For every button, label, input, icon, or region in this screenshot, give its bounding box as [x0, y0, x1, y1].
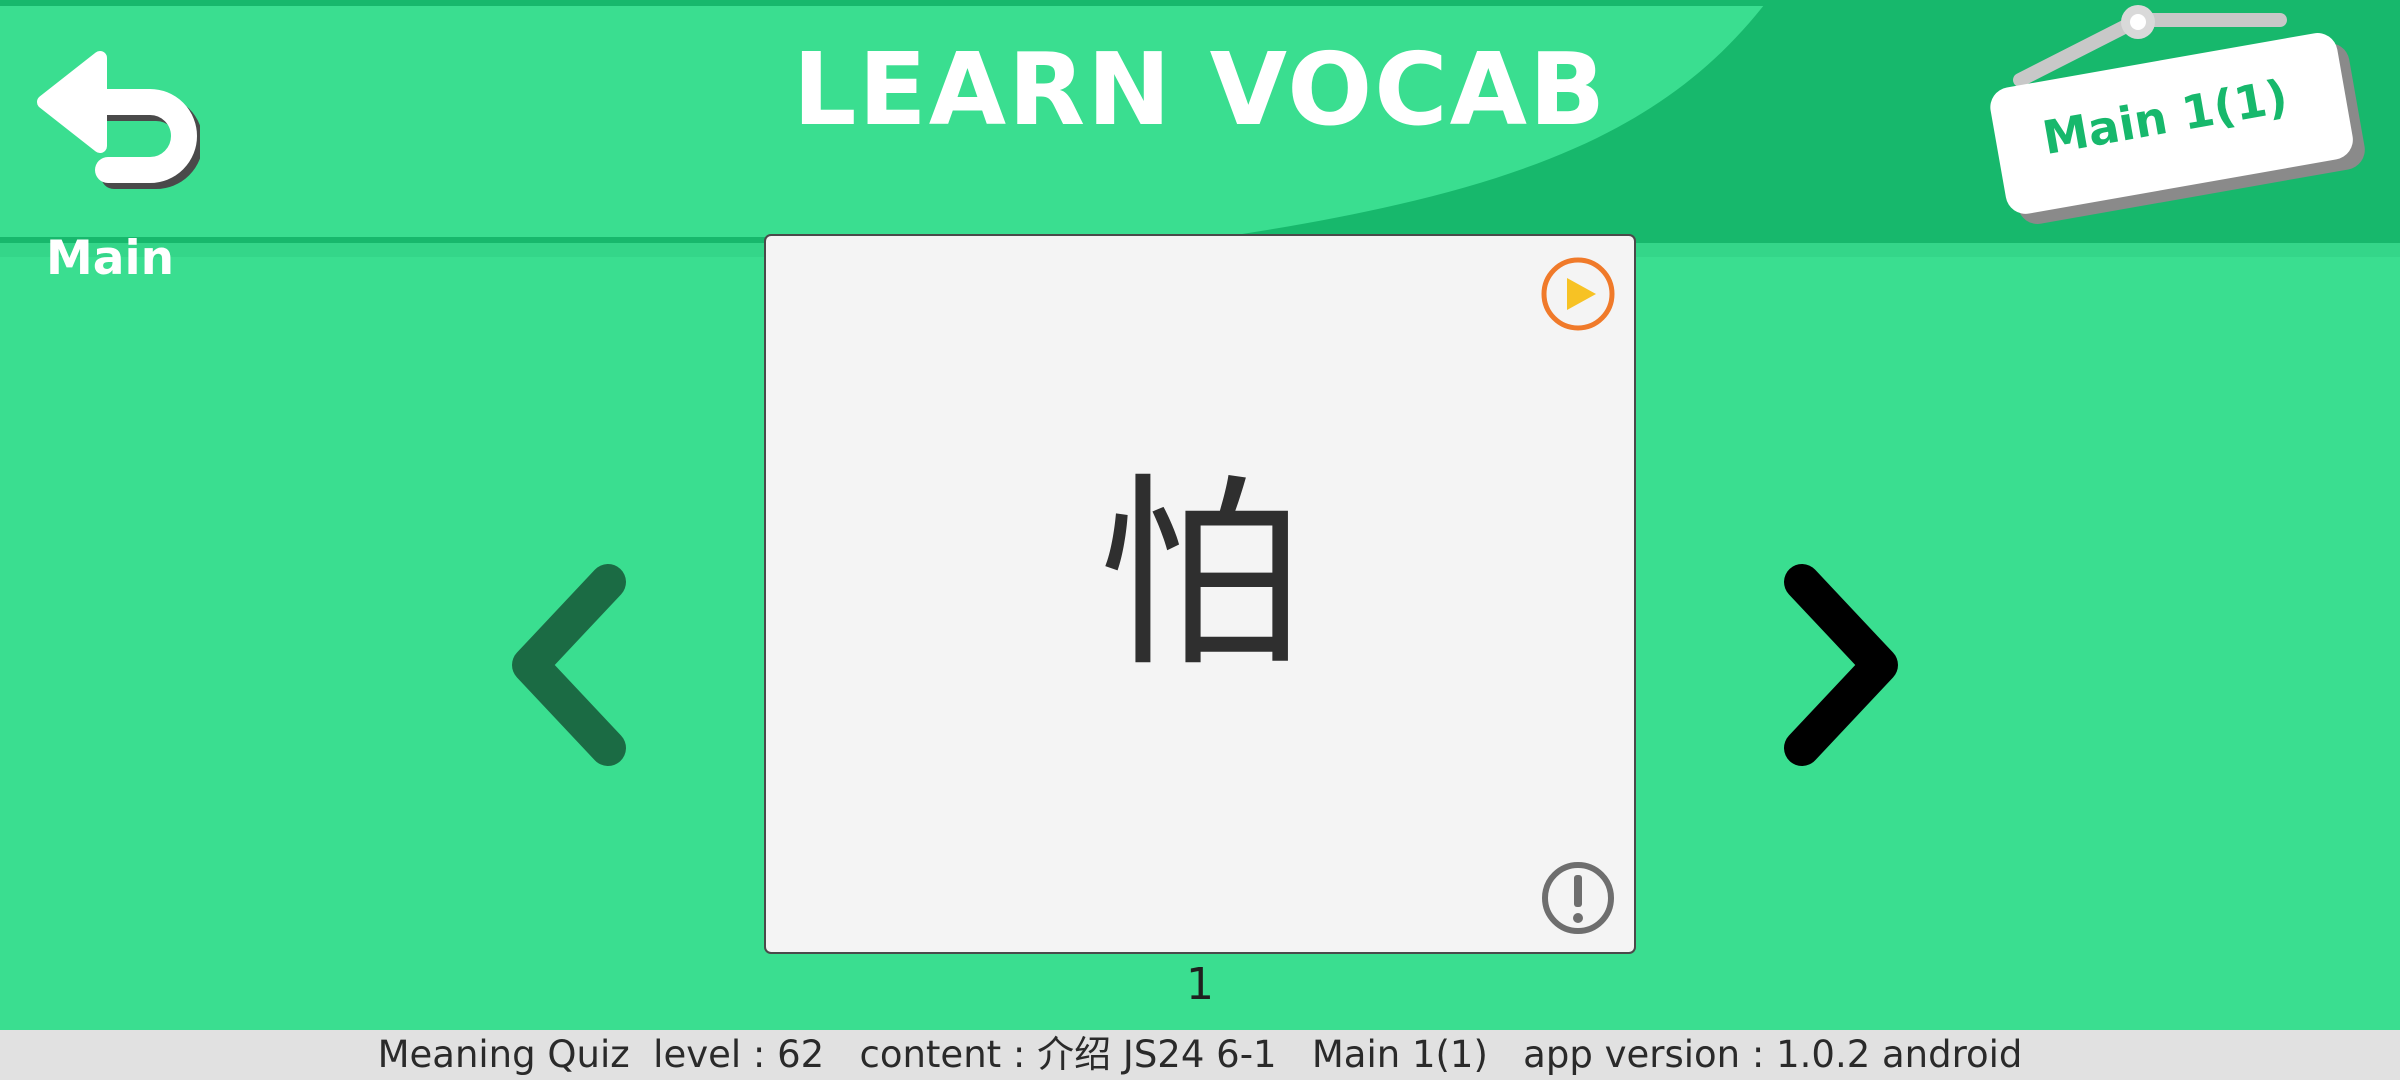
vocab-card[interactable]: 怕: [764, 234, 1636, 954]
exclamation-icon: [1573, 875, 1583, 923]
next-button[interactable]: [1760, 560, 1910, 770]
vocab-character: 怕: [1097, 457, 1303, 695]
chevron-right-icon: [1784, 564, 1898, 766]
status-text: Meaning Quiz level : 62 content : 介绍 JS2…: [377, 1033, 2023, 1076]
back-button[interactable]: Main: [30, 40, 200, 286]
play-audio-button[interactable]: [1540, 256, 1616, 332]
chevron-left-icon: [512, 564, 626, 766]
status-bar: Meaning Quiz level : 62 content : 介绍 JS2…: [0, 1030, 2400, 1080]
report-button[interactable]: [1540, 860, 1616, 936]
undo-arrow-icon: [37, 51, 200, 189]
previous-button[interactable]: [500, 560, 650, 770]
card-page-number: 1: [1186, 959, 1214, 1010]
back-label: Main: [45, 231, 175, 286]
page-title: LEARN VOCAB: [792, 31, 1608, 148]
